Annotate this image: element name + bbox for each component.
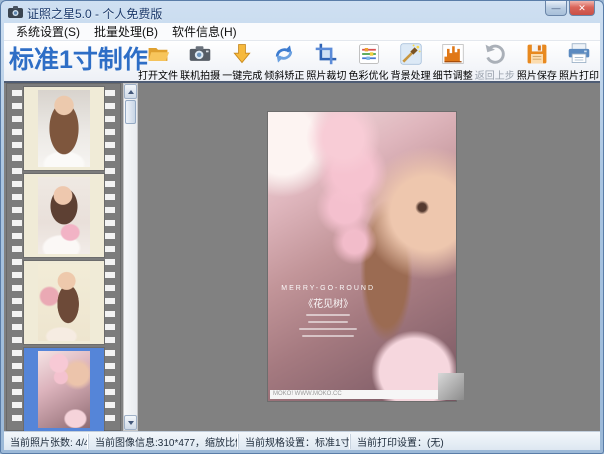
status-bar: 当前照片张数: 4/4 当前图像信息:310*477，缩放比例 100% 当前规… (4, 431, 600, 450)
one-click-finish-button[interactable]: 一键完成 (221, 41, 263, 81)
scrollbar-thumb[interactable] (125, 100, 136, 124)
overlay-caption-line (306, 314, 350, 316)
crop-photo-button[interactable]: 照片裁切 (305, 41, 347, 81)
undo-icon (482, 42, 508, 66)
color-sliders-icon (356, 42, 382, 66)
print-photo-button[interactable]: 照片打印 (558, 41, 600, 81)
open-file-button[interactable]: 打开文件 (137, 41, 179, 81)
open-folder-icon (145, 42, 171, 66)
tethered-capture-button[interactable]: 联机拍摄 (179, 41, 221, 81)
background-process-button[interactable]: 背景处理 (390, 41, 432, 81)
status-print-setting: 当前打印设置：(无) (350, 434, 600, 449)
photo-preview-canvas[interactable]: Merry-Go-Round 《花见树》 MOKO! WWW.MOKO.CC (268, 112, 456, 401)
sidebar-scrollbar[interactable] (123, 83, 138, 431)
close-button[interactable]: ✕ (569, 1, 595, 16)
undo-step-button[interactable]: 返回上步 (474, 41, 516, 81)
thumbnail-photo-3[interactable] (24, 258, 104, 345)
scroll-down-button[interactable] (124, 415, 137, 430)
app-window: 证照之星5.0 - 个人免费版 — ✕ 系统设置(S) 批量处理(B) 软件信息… (0, 0, 604, 454)
detail-adjust-button[interactable]: 细节调整 (432, 41, 474, 81)
crop-icon (313, 42, 339, 66)
film-strip (6, 83, 121, 431)
minimize-button[interactable]: — (545, 1, 567, 16)
overlay-caption-line (302, 335, 354, 337)
color-optimize-button[interactable]: 色彩优化 (347, 41, 389, 81)
thumbnail-sidebar (6, 83, 138, 431)
gray-overlay-box (438, 373, 464, 400)
status-spec-setting: 当前规格设置：标准1寸 (238, 434, 350, 449)
toolbar: 标准1寸制作 打开文件 联机拍摄 一键完成 (4, 41, 600, 81)
arrow-up-icon (128, 90, 134, 94)
menu-software-info[interactable]: 软件信息(H) (165, 22, 244, 41)
film-sprocket-holes (12, 86, 22, 428)
camera-icon (187, 42, 213, 66)
histogram-icon (440, 42, 466, 66)
tilt-correction-button[interactable]: 倾斜矫正 (263, 41, 305, 81)
photo-watermark: MOKO! WWW.MOKO.CC (270, 390, 454, 399)
workspace: Merry-Go-Round 《花见树》 MOKO! WWW.MOKO.CC (4, 81, 600, 431)
film-sprocket-holes (105, 86, 115, 428)
magic-wand-icon (398, 42, 424, 66)
title-bar: 证照之星5.0 - 个人免费版 — ✕ (1, 1, 603, 23)
menu-system-settings[interactable]: 系统设置(S) (9, 22, 87, 41)
status-image-info: 当前图像信息:310*477，缩放比例 100% (88, 434, 238, 449)
one-click-arrow-icon (229, 42, 255, 66)
thumbnail-photo-1[interactable] (24, 84, 104, 171)
app-camera-icon (8, 5, 23, 18)
menu-bar: 系统设置(S) 批量处理(B) 软件信息(H) (4, 23, 600, 41)
thumbnail-photo-4-selected[interactable] (24, 345, 104, 432)
preview-photo-image (268, 112, 456, 401)
scroll-up-button[interactable] (124, 84, 137, 99)
overlay-caption-line (299, 328, 357, 330)
mode-title: 标准1寸制作 (4, 41, 137, 81)
status-photo-count: 当前照片张数: 4/4 (4, 434, 88, 449)
photo-overlay-subtitle: 《花见树》 (268, 295, 388, 310)
arrow-down-icon (128, 421, 134, 425)
photo-overlay-title: Merry-Go-Round (268, 285, 388, 292)
window-title: 证照之星5.0 - 个人免费版 (27, 5, 162, 22)
thumbnail-photo-2[interactable] (24, 171, 104, 258)
save-photo-button[interactable]: 照片保存 (516, 41, 558, 81)
menu-batch-process[interactable]: 批量处理(B) (87, 22, 165, 41)
rotate-arrows-icon (271, 42, 297, 66)
overlay-caption-line (308, 321, 348, 323)
print-icon (566, 42, 592, 66)
save-icon (524, 42, 550, 66)
